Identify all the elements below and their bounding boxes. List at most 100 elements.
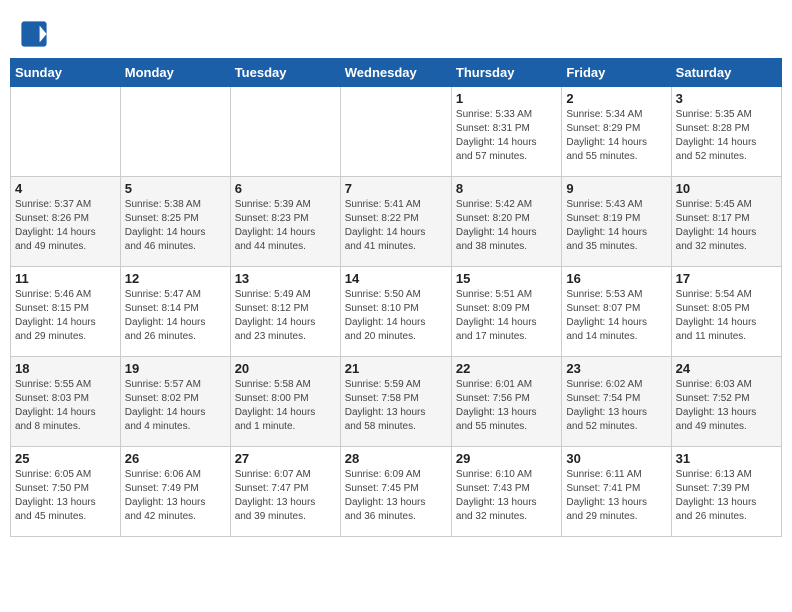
calendar-cell: 2 Sunrise: 5:34 AM Sunset: 8:29 PM Daylig…: [562, 87, 671, 177]
day-number: 20: [235, 361, 336, 376]
day-info: Sunrise: 5:45 AM Sunset: 8:17 PM Dayligh…: [676, 198, 777, 254]
day-number: 12: [125, 271, 226, 286]
calendar-cell: [230, 87, 340, 177]
calendar-cell: 16 Sunrise: 5:53 AM Sunset: 8:07 PM Dayli…: [562, 267, 671, 357]
calendar-cell: 18 Sunrise: 5:55 AM Sunset: 8:03 PM Dayli…: [11, 357, 121, 447]
day-info: Sunrise: 5:58 AM Sunset: 8:00 PM Dayligh…: [235, 378, 336, 434]
day-info: Sunrise: 5:57 AM Sunset: 8:02 PM Dayligh…: [125, 378, 226, 434]
day-info: Sunrise: 5:54 AM Sunset: 8:05 PM Dayligh…: [676, 288, 777, 344]
day-number: 28: [345, 451, 447, 466]
day-info: Sunrise: 5:34 AM Sunset: 8:29 PM Dayligh…: [566, 108, 666, 164]
day-info: Sunrise: 5:39 AM Sunset: 8:23 PM Dayligh…: [235, 198, 336, 254]
calendar-cell: 31Sunrise: 6:13 AM Sunset: 7:39 PM Dayli…: [671, 447, 781, 537]
calendar-cell: 29Sunrise: 6:10 AM Sunset: 7:43 PM Dayli…: [451, 447, 561, 537]
calendar-cell: 21 Sunrise: 5:59 AM Sunset: 7:58 PM Dayli…: [340, 357, 451, 447]
calendar-cell: [120, 87, 230, 177]
calendar-cell: 11 Sunrise: 5:46 AM Sunset: 8:15 PM Dayli…: [11, 267, 121, 357]
calendar-cell: 8 Sunrise: 5:42 AM Sunset: 8:20 PM Daylig…: [451, 177, 561, 267]
day-number: 6: [235, 181, 336, 196]
weekday-header: Monday: [120, 59, 230, 87]
weekday-header: Tuesday: [230, 59, 340, 87]
calendar-cell: 27Sunrise: 6:07 AM Sunset: 7:47 PM Dayli…: [230, 447, 340, 537]
day-info: Sunrise: 5:46 AM Sunset: 8:15 PM Dayligh…: [15, 288, 116, 344]
day-info: Sunrise: 5:35 AM Sunset: 8:28 PM Dayligh…: [676, 108, 777, 164]
calendar-cell: 3Sunrise: 5:35 AM Sunset: 8:28 PM Daylig…: [671, 87, 781, 177]
logo-icon: [20, 20, 48, 48]
weekday-header: Sunday: [11, 59, 121, 87]
day-number: 25: [15, 451, 116, 466]
calendar-week-row: 4 Sunrise: 5:37 AM Sunset: 8:26 PM Daylig…: [11, 177, 782, 267]
calendar-cell: 24Sunrise: 6:03 AM Sunset: 7:52 PM Dayli…: [671, 357, 781, 447]
calendar-cell: [11, 87, 121, 177]
day-number: 30: [566, 451, 666, 466]
day-info: Sunrise: 6:07 AM Sunset: 7:47 PM Dayligh…: [235, 468, 336, 524]
calendar-cell: 4 Sunrise: 5:37 AM Sunset: 8:26 PM Daylig…: [11, 177, 121, 267]
day-number: 26: [125, 451, 226, 466]
day-info: Sunrise: 5:41 AM Sunset: 8:22 PM Dayligh…: [345, 198, 447, 254]
day-info: Sunrise: 6:03 AM Sunset: 7:52 PM Dayligh…: [676, 378, 777, 434]
calendar-cell: 20 Sunrise: 5:58 AM Sunset: 8:00 PM Dayli…: [230, 357, 340, 447]
calendar-cell: 1 Sunrise: 5:33 AM Sunset: 8:31 PM Daylig…: [451, 87, 561, 177]
calendar-cell: 26Sunrise: 6:06 AM Sunset: 7:49 PM Dayli…: [120, 447, 230, 537]
day-number: 19: [125, 361, 226, 376]
day-number: 17: [676, 271, 777, 286]
calendar-table: SundayMondayTuesdayWednesdayThursdayFrid…: [10, 58, 782, 537]
weekday-header: Thursday: [451, 59, 561, 87]
day-info: Sunrise: 5:33 AM Sunset: 8:31 PM Dayligh…: [456, 108, 557, 164]
day-info: Sunrise: 5:37 AM Sunset: 8:26 PM Dayligh…: [15, 198, 116, 254]
weekday-header: Friday: [562, 59, 671, 87]
day-info: Sunrise: 5:53 AM Sunset: 8:07 PM Dayligh…: [566, 288, 666, 344]
weekday-header: Wednesday: [340, 59, 451, 87]
day-number: 10: [676, 181, 777, 196]
calendar-cell: 13 Sunrise: 5:49 AM Sunset: 8:12 PM Dayli…: [230, 267, 340, 357]
day-info: Sunrise: 5:38 AM Sunset: 8:25 PM Dayligh…: [125, 198, 226, 254]
day-number: 21: [345, 361, 447, 376]
calendar-week-row: 25 Sunrise: 6:05 AM Sunset: 7:50 PM Dayli…: [11, 447, 782, 537]
calendar-cell: 5 Sunrise: 5:38 AM Sunset: 8:25 PM Daylig…: [120, 177, 230, 267]
day-info: Sunrise: 5:43 AM Sunset: 8:19 PM Dayligh…: [566, 198, 666, 254]
day-number: 11: [15, 271, 116, 286]
calendar-cell: 6 Sunrise: 5:39 AM Sunset: 8:23 PM Daylig…: [230, 177, 340, 267]
calendar-cell: 23Sunrise: 6:02 AM Sunset: 7:54 PM Dayli…: [562, 357, 671, 447]
day-info: Sunrise: 6:11 AM Sunset: 7:41 PM Dayligh…: [566, 468, 666, 524]
day-number: 9: [566, 181, 666, 196]
day-info: Sunrise: 5:51 AM Sunset: 8:09 PM Dayligh…: [456, 288, 557, 344]
day-info: Sunrise: 6:05 AM Sunset: 7:50 PM Dayligh…: [15, 468, 116, 524]
day-info: Sunrise: 5:55 AM Sunset: 8:03 PM Dayligh…: [15, 378, 116, 434]
day-info: Sunrise: 5:49 AM Sunset: 8:12 PM Dayligh…: [235, 288, 336, 344]
day-number: 2: [566, 91, 666, 106]
calendar-cell: 14Sunrise: 5:50 AM Sunset: 8:10 PM Dayli…: [340, 267, 451, 357]
calendar-cell: 9 Sunrise: 5:43 AM Sunset: 8:19 PM Daylig…: [562, 177, 671, 267]
calendar-week-row: 11 Sunrise: 5:46 AM Sunset: 8:15 PM Dayli…: [11, 267, 782, 357]
day-number: 1: [456, 91, 557, 106]
calendar-week-row: 18 Sunrise: 5:55 AM Sunset: 8:03 PM Dayli…: [11, 357, 782, 447]
weekday-header: Saturday: [671, 59, 781, 87]
day-number: 13: [235, 271, 336, 286]
day-number: 29: [456, 451, 557, 466]
day-info: Sunrise: 5:42 AM Sunset: 8:20 PM Dayligh…: [456, 198, 557, 254]
calendar-cell: 19 Sunrise: 5:57 AM Sunset: 8:02 PM Dayli…: [120, 357, 230, 447]
calendar-cell: 12 Sunrise: 5:47 AM Sunset: 8:14 PM Dayli…: [120, 267, 230, 357]
calendar-cell: 30 Sunrise: 6:11 AM Sunset: 7:41 PM Dayli…: [562, 447, 671, 537]
calendar-cell: 28 Sunrise: 6:09 AM Sunset: 7:45 PM Dayli…: [340, 447, 451, 537]
day-number: 15: [456, 271, 557, 286]
calendar-cell: 15 Sunrise: 5:51 AM Sunset: 8:09 PM Dayli…: [451, 267, 561, 357]
day-info: Sunrise: 5:50 AM Sunset: 8:10 PM Dayligh…: [345, 288, 447, 344]
calendar-cell: [340, 87, 451, 177]
day-number: 22: [456, 361, 557, 376]
day-number: 7: [345, 181, 447, 196]
day-number: 18: [15, 361, 116, 376]
day-number: 4: [15, 181, 116, 196]
day-info: Sunrise: 5:47 AM Sunset: 8:14 PM Dayligh…: [125, 288, 226, 344]
day-number: 23: [566, 361, 666, 376]
calendar-week-row: 1 Sunrise: 5:33 AM Sunset: 8:31 PM Daylig…: [11, 87, 782, 177]
day-info: Sunrise: 6:09 AM Sunset: 7:45 PM Dayligh…: [345, 468, 447, 524]
logo: [20, 20, 50, 48]
calendar-cell: 10 Sunrise: 5:45 AM Sunset: 8:17 PM Dayli…: [671, 177, 781, 267]
day-number: 8: [456, 181, 557, 196]
day-number: 16: [566, 271, 666, 286]
day-info: Sunrise: 5:59 AM Sunset: 7:58 PM Dayligh…: [345, 378, 447, 434]
day-number: 5: [125, 181, 226, 196]
day-number: 31: [676, 451, 777, 466]
calendar-cell: 22Sunrise: 6:01 AM Sunset: 7:56 PM Dayli…: [451, 357, 561, 447]
